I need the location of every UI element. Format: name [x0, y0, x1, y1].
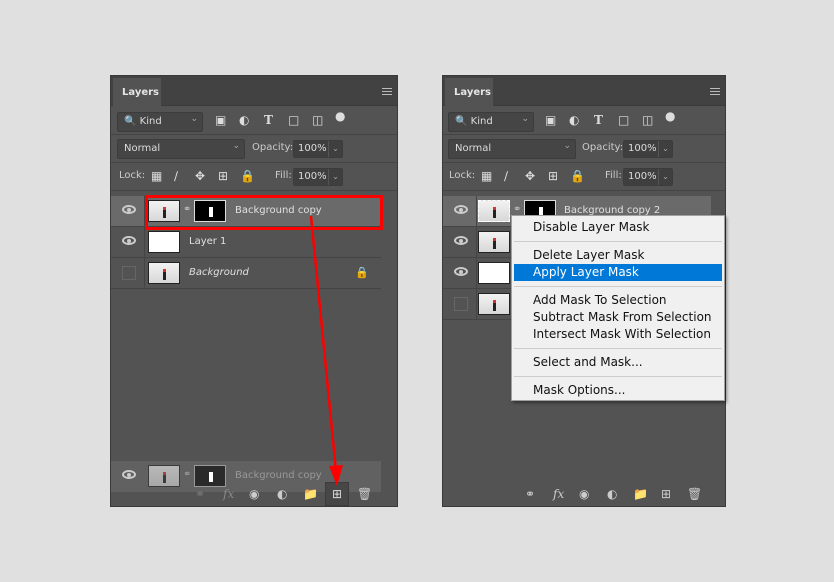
new-group-icon[interactable]: 📁: [633, 487, 648, 501]
blend-mode-dropdown[interactable]: Normal ⌄: [448, 139, 576, 159]
blend-mode-value: Normal: [455, 143, 492, 154]
visibility-toggle-empty[interactable]: [454, 297, 468, 311]
menu-item-select-and-mask[interactable]: Select and Mask...: [514, 354, 722, 371]
layer-mask-context-menu: Disable Layer Mask Delete Layer Mask App…: [511, 215, 725, 401]
fill-value: 100%: [628, 171, 657, 182]
layer-thumbnail: [478, 231, 510, 253]
menu-item-subtract-mask-from-selection[interactable]: Subtract Mask From Selection: [514, 309, 722, 326]
type-filter-icon[interactable]: T: [594, 113, 603, 127]
lock-artboard-icon[interactable]: ⊞: [548, 169, 558, 183]
menu-item-disable-layer-mask[interactable]: Disable Layer Mask: [514, 219, 722, 236]
layer-thumbnail: [478, 293, 510, 315]
opacity-input[interactable]: 100% ⌄: [623, 140, 673, 158]
adjustment-layer-icon[interactable]: ◐: [607, 487, 617, 501]
layers-panel-left: Layers 🔍 Kind ⌄ ▣ ◐ T □ ◫ ● Normal ⌄ Opaci…: [110, 75, 398, 507]
fill-label: Fill:: [605, 170, 622, 181]
lock-all-icon[interactable]: 🔒: [570, 169, 585, 183]
visibility-eye-icon[interactable]: [454, 236, 468, 245]
menu-item-mask-options[interactable]: Mask Options...: [514, 382, 722, 399]
lock-brush-icon[interactable]: ∕: [504, 169, 508, 183]
annotation-arrow: [309, 215, 343, 486]
layer-thumbnail[interactable]: [478, 200, 510, 222]
menu-item-apply-layer-mask[interactable]: Apply Layer Mask: [514, 264, 722, 281]
menu-item-add-mask-to-selection[interactable]: Add Mask To Selection: [514, 292, 722, 309]
trash-icon[interactable]: 🗑: [687, 487, 702, 501]
tab-layers[interactable]: Layers: [445, 78, 493, 107]
filter-toggle-icon[interactable]: ●: [665, 109, 675, 123]
fill-input[interactable]: 100% ⌄: [623, 168, 673, 186]
add-mask-icon[interactable]: ◉: [579, 487, 589, 501]
chevron-down-icon: ⌄: [563, 141, 571, 151]
panel-menu-icon[interactable]: [710, 88, 720, 95]
layer-thumbnail: [478, 262, 510, 284]
link-layers-icon[interactable]: ⚭: [525, 487, 535, 501]
chevron-down-icon[interactable]: ⌄: [658, 169, 672, 185]
filter-kind-label: Kind: [470, 116, 493, 127]
filter-kind-dropdown[interactable]: 🔍 Kind ⌄: [448, 112, 534, 132]
chevron-down-icon[interactable]: ⌄: [658, 141, 672, 157]
opacity-value: 100%: [628, 143, 657, 154]
fx-icon[interactable]: fx: [553, 487, 564, 501]
visibility-eye-icon[interactable]: [454, 205, 468, 214]
pixel-filter-icon[interactable]: ▣: [545, 113, 556, 127]
menu-item-intersect-mask-with-selection[interactable]: Intersect Mask With Selection: [514, 326, 722, 343]
smart-object-filter-icon[interactable]: ◫: [642, 113, 653, 127]
lock-transparent-icon[interactable]: ▦: [481, 169, 492, 183]
panel-footer: ⚭ fx ◉ ◐ 📁 ⊞ 🗑: [443, 482, 725, 506]
lock-label: Lock:: [449, 170, 476, 181]
link-chain-icon[interactable]: ⚭: [513, 204, 521, 215]
new-layer-icon[interactable]: ⊞: [661, 487, 671, 501]
adjustment-filter-icon[interactable]: ◐: [569, 113, 579, 127]
shape-filter-icon[interactable]: □: [618, 113, 629, 127]
visibility-eye-icon[interactable]: [454, 267, 468, 276]
lock-position-icon[interactable]: ✥: [525, 169, 535, 183]
chevron-down-icon: ⌄: [521, 114, 529, 124]
search-icon: 🔍: [455, 116, 468, 127]
menu-item-delete-layer-mask[interactable]: Delete Layer Mask: [514, 247, 722, 264]
opacity-label: Opacity:: [582, 142, 624, 153]
